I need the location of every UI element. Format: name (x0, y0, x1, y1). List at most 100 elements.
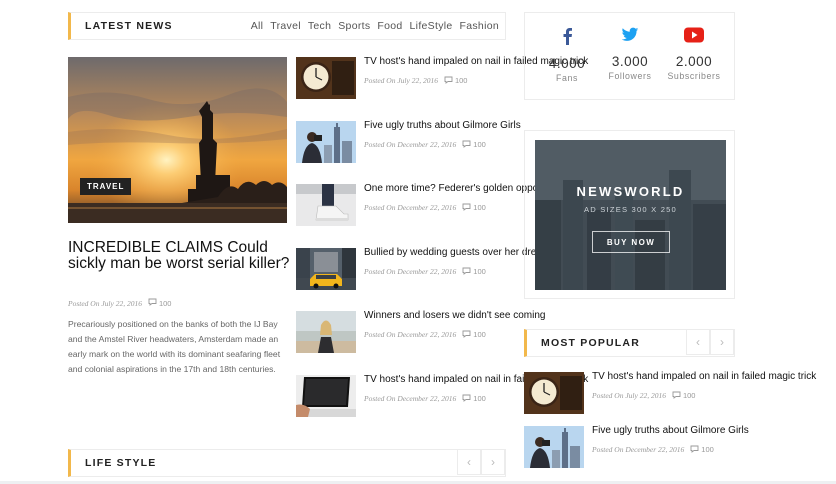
youtube-icon (684, 27, 704, 47)
article-comments[interactable]: 100 (462, 394, 486, 404)
comment-count: 100 (473, 267, 486, 276)
comment-count: 100 (473, 140, 486, 149)
category-badge[interactable]: TRAVEL (80, 178, 132, 195)
twitter-counter[interactable]: 3.000 Followers (597, 27, 663, 81)
category-tabs: All Travel Tech Sports Food LifeStyle Fa… (251, 13, 499, 39)
thumbnail[interactable] (296, 184, 356, 226)
facebook-counter[interactable]: 4.000 Fans (534, 27, 600, 83)
buy-now-button[interactable]: BUY NOW (592, 231, 670, 253)
tab-food[interactable]: Food (377, 20, 402, 32)
youtube-counter[interactable]: 2.000 Subscribers (661, 27, 727, 81)
article-comments[interactable]: 100 (462, 330, 486, 340)
article-meta: Posted On December 22, 2016 100 (364, 140, 521, 150)
comment-count: 100 (473, 203, 486, 212)
ad-box: NEWSWORLD AD SIZES 300 X 250 BUY NOW (524, 130, 735, 299)
laptop-image (296, 375, 356, 417)
comment-icon (462, 267, 471, 277)
article-title[interactable]: Bullied by wedding guests over her dress (364, 247, 546, 259)
comment-icon (672, 391, 681, 401)
thumbnail[interactable] (296, 311, 356, 353)
twitter-label: Followers (608, 71, 652, 81)
latest-news-header: LATEST NEWS All Travel Tech Sports Food … (68, 12, 506, 40)
youtube-count: 2.000 (675, 54, 713, 69)
city-photographer-image (296, 121, 356, 163)
ad-subtitle: AD SIZES 300 X 250 (584, 205, 677, 214)
prev-arrow-button[interactable]: ‹ (457, 449, 481, 475)
thumbnail[interactable] (296, 375, 356, 417)
article-comments[interactable]: 100 (462, 140, 486, 150)
twitter-icon (621, 27, 639, 47)
tab-travel[interactable]: Travel (270, 20, 301, 32)
article-date: Posted On December 22, 2016 (592, 445, 685, 454)
comment-count: 100 (158, 298, 172, 308)
beach-girl-image (296, 311, 356, 353)
social-counters: 4.000 Fans 3.000 Followers 2.000 Subscri… (524, 12, 735, 100)
tab-lifestyle[interactable]: LifeStyle (410, 20, 453, 32)
tab-all[interactable]: All (251, 20, 264, 32)
article-date: Posted On December 22, 2016 (364, 267, 457, 276)
thumbnail[interactable] (296, 57, 356, 99)
featured-meta: Posted On July 22, 2016 100 (68, 298, 171, 308)
article-title[interactable]: Five ugly truths about Gilmore Girls (364, 120, 521, 132)
twitter-count: 3.000 (611, 54, 649, 69)
most-popular-nav: ‹ › (686, 329, 734, 355)
article-title[interactable]: TV host's hand impaled on nail in failed… (592, 371, 816, 383)
statue-sunset-image (68, 57, 287, 223)
comment-icon (462, 394, 471, 404)
comment-count: 100 (701, 445, 714, 454)
article-comments[interactable]: 100 (462, 267, 486, 277)
life-style-header: LIFE STYLE ‹ › (68, 449, 506, 477)
list-item[interactable]: Five ugly truths about Gilmore Girls Pos… (296, 120, 521, 163)
list-item[interactable]: Five ugly truths about Gilmore Girls Pos… (524, 425, 749, 468)
next-arrow-button[interactable]: › (481, 449, 505, 475)
article-date: Posted On December 22, 2016 (364, 140, 457, 149)
list-item[interactable]: Winners and losers we didn't see coming … (296, 310, 545, 353)
featured-comments[interactable]: 100 (148, 298, 172, 308)
tab-sports[interactable]: Sports (338, 20, 370, 32)
latest-news-title: LATEST NEWS (85, 20, 173, 32)
thumbnail[interactable] (296, 121, 356, 163)
tab-fashion[interactable]: Fashion (460, 20, 499, 32)
thumbnail[interactable] (296, 248, 356, 290)
facebook-icon (560, 28, 574, 49)
clock-image (296, 57, 356, 99)
thumbnail[interactable] (524, 426, 584, 468)
ad-title: NEWSWORLD (576, 184, 685, 199)
city-photographer-image (524, 426, 584, 468)
article-date: Posted On December 22, 2016 (364, 394, 457, 403)
prev-arrow-button[interactable]: ‹ (686, 329, 710, 355)
article-title[interactable]: Five ugly truths about Gilmore Girls (592, 425, 749, 437)
clock-image (524, 372, 584, 414)
comment-icon (690, 445, 699, 455)
taxi-street-image (296, 248, 356, 290)
comment-icon (462, 203, 471, 213)
next-arrow-button[interactable]: › (710, 329, 734, 355)
article-comments[interactable]: 100 (690, 445, 714, 455)
list-item[interactable]: Bullied by wedding guests over her dress… (296, 247, 546, 290)
most-popular-header: MOST POPULAR ‹ › (524, 329, 735, 357)
comment-icon (462, 140, 471, 150)
comment-count: 100 (473, 330, 486, 339)
youtube-label: Subscribers (667, 71, 721, 81)
ad-banner[interactable]: NEWSWORLD AD SIZES 300 X 250 BUY NOW (535, 140, 726, 290)
article-comments[interactable]: 100 (672, 391, 695, 401)
article-comments[interactable]: 100 (444, 76, 467, 86)
list-item[interactable]: TV host's hand impaled on nail in failed… (524, 371, 816, 414)
article-title[interactable]: Winners and losers we didn't see coming (364, 310, 545, 322)
featured-title[interactable]: INCREDIBLE CLAIMS Could sickly man be wo… (68, 240, 293, 272)
life-style-nav: ‹ › (457, 449, 505, 475)
article-date: Posted On July 22, 2016 (364, 76, 438, 85)
facebook-label: Fans (556, 73, 578, 83)
article-comments[interactable]: 100 (462, 203, 486, 213)
featured-image[interactable]: TRAVEL (68, 57, 287, 223)
tab-tech[interactable]: Tech (308, 20, 331, 32)
article-meta: Posted On December 22, 2016 100 (364, 267, 546, 277)
article-meta: Posted On December 22, 2016 100 (364, 330, 545, 340)
life-style-title: LIFE STYLE (85, 457, 157, 469)
city-skyline-image (535, 140, 726, 290)
thumbnail[interactable] (524, 372, 584, 414)
comment-icon (462, 330, 471, 340)
comment-count: 100 (473, 394, 486, 403)
facebook-count: 4.000 (548, 56, 586, 71)
most-popular-title: MOST POPULAR (541, 337, 640, 349)
